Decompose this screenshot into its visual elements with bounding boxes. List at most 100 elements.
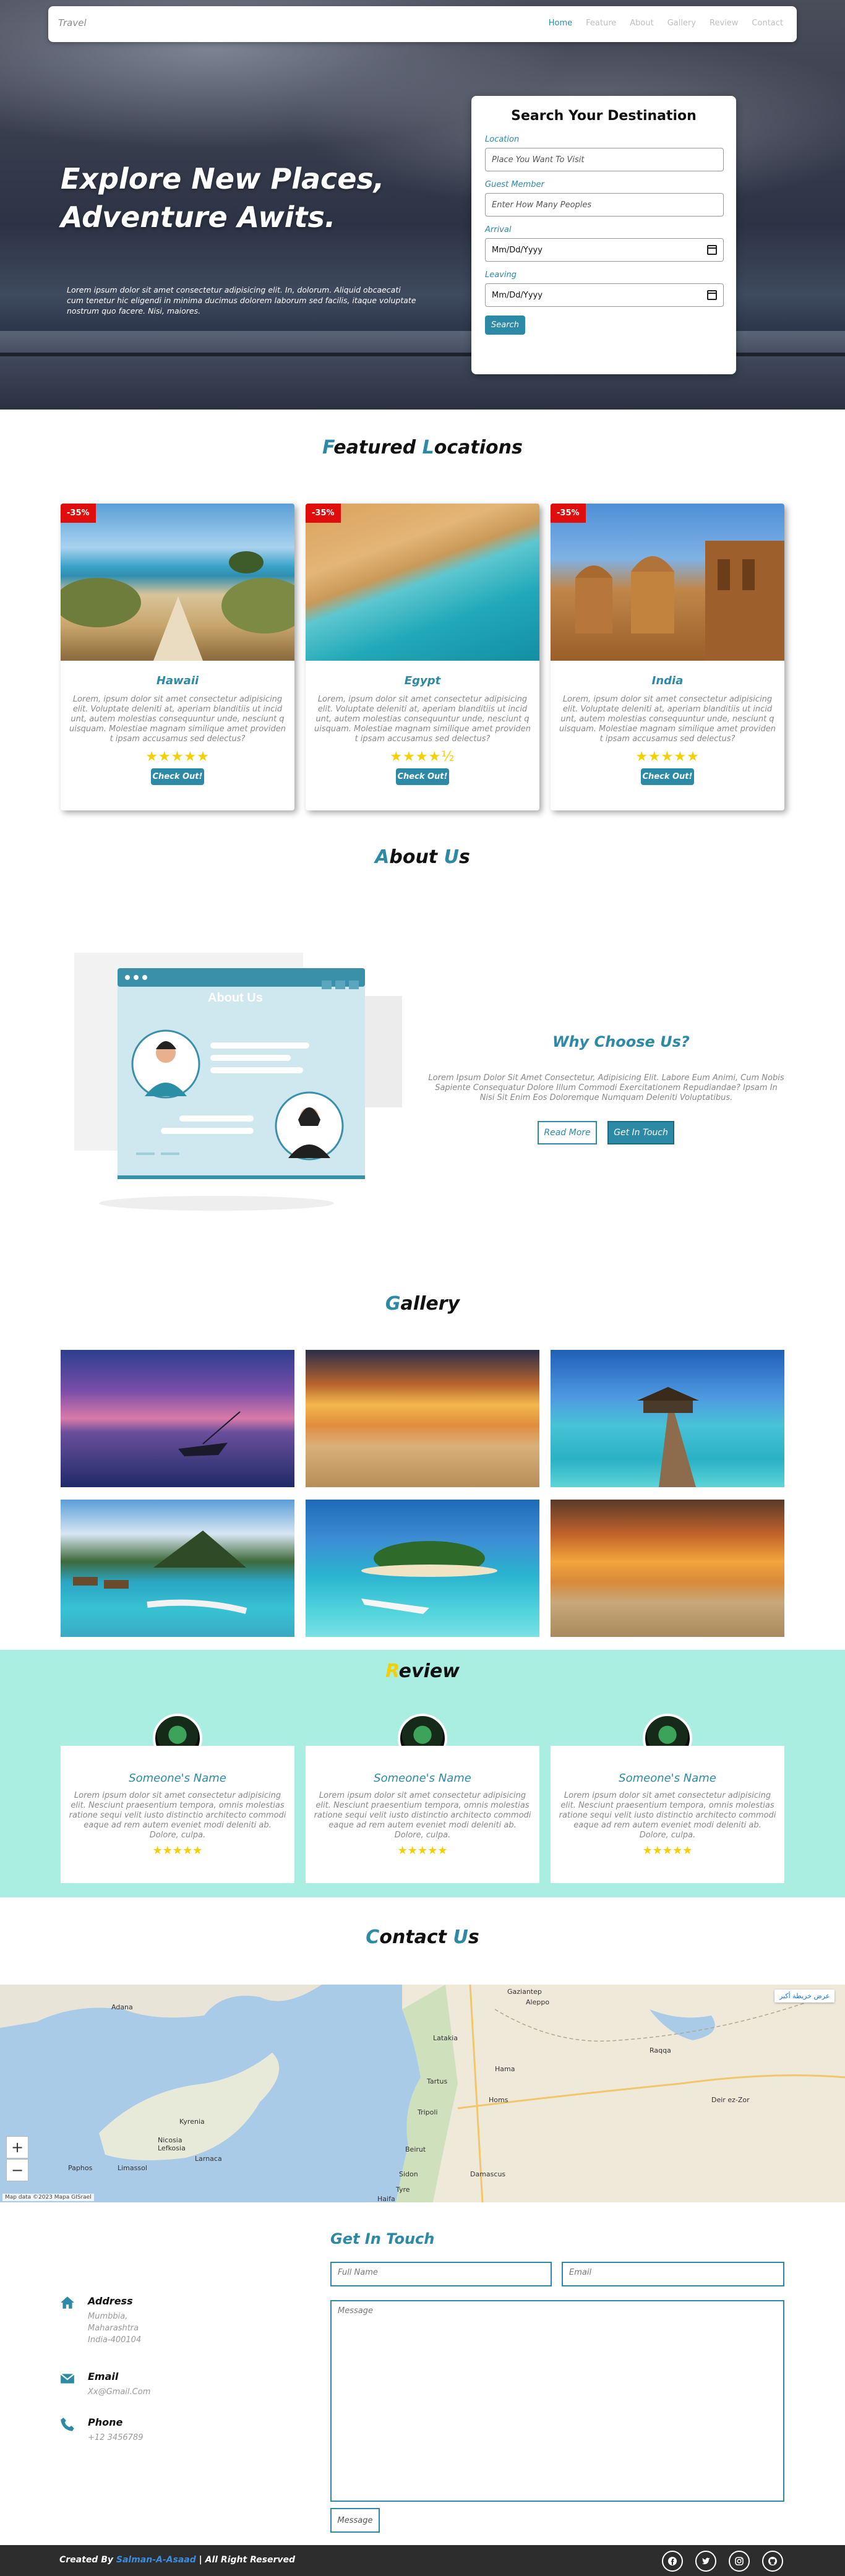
nav-link-about[interactable]: About <box>630 19 653 28</box>
card-name: India <box>651 674 684 687</box>
card-name: Hawaii <box>156 674 199 687</box>
gallery-image-pier[interactable] <box>551 1350 784 1487</box>
about-title-rest: bout <box>389 846 438 868</box>
check-out-button[interactable]: Check Out! <box>151 768 204 785</box>
leaving-label: Leaving <box>485 270 517 280</box>
leaving-date-input[interactable]: Mm/Dd/Yyyy <box>485 283 724 307</box>
embedded-map[interactable]: Nicosia Lefkosia Latakia Tartus Tripoli … <box>0 1985 845 2202</box>
instagram-icon[interactable] <box>729 2551 750 2572</box>
footer-rights: | All Right Reserved <box>199 2555 296 2565</box>
map-label-lefkosia: Lefkosia <box>158 2144 186 2152</box>
address-heading: Address <box>88 2295 133 2307</box>
discount-badge: -35% <box>306 504 341 523</box>
map-larger-map-link[interactable]: عرض خريطة أكبر <box>774 1990 835 2003</box>
pier-scene <box>637 1387 699 1487</box>
review-card: Someone's Name Lorem ipsum dolor sit ame… <box>306 1746 539 1883</box>
about-title-rest2: s <box>458 846 470 868</box>
map-label-hama: Hama <box>495 2065 515 2073</box>
nav-link-home[interactable]: Home <box>549 19 572 28</box>
get-in-touch-title: Get In Touch <box>330 2230 435 2248</box>
facebook-icon[interactable] <box>662 2551 683 2572</box>
footer-credit: Created By Salman-A-Asaad | All Right Re… <box>59 2555 295 2565</box>
guest-input[interactable]: Enter How Many Peoples <box>485 193 724 217</box>
home-icon <box>61 2296 74 2309</box>
featured-title: Featured Locations <box>0 437 845 458</box>
calendar-icon[interactable] <box>707 245 717 255</box>
review-title-rest: eview <box>398 1660 460 1682</box>
brand-logo[interactable]: Travel <box>58 17 87 28</box>
guest-placeholder: Enter How Many Peoples <box>492 200 592 210</box>
hero-title-line2: Adventure Awits. <box>61 200 336 234</box>
read-more-button[interactable]: Read More <box>538 1121 597 1144</box>
hero-title: Explore New Places, Adventure Awits. <box>61 160 384 236</box>
review-title-initial: R <box>385 1660 399 1682</box>
map-label-tripoli: Tripoli <box>418 2108 438 2116</box>
email-placeholder: Email <box>569 2268 592 2277</box>
about-illustration: About Us <box>68 940 402 1213</box>
message-placeholder: Message <box>338 2306 373 2316</box>
map-label-gaziantep: Gaziantep <box>507 1988 542 1996</box>
gallery-image-beach-sunset[interactable] <box>306 1350 539 1487</box>
nav-link-contact[interactable]: Contact <box>752 19 783 28</box>
discount-badge: -35% <box>551 504 586 523</box>
full-name-input[interactable]: Full Name <box>330 2262 552 2286</box>
search-button[interactable]: Search <box>485 316 525 335</box>
india-scene <box>575 541 784 661</box>
contact-title-initial: C <box>366 1926 380 1948</box>
arrival-date-input[interactable]: Mm/Dd/Yyyy <box>485 238 724 262</box>
calendar-icon[interactable] <box>707 290 717 300</box>
location-card-hawaii: -35% Hawaii Lorem, ipsum dolor sit amet … <box>61 504 294 810</box>
discount-badge: -35% <box>61 504 96 523</box>
gallery-image-boat-sunset[interactable] <box>61 1350 294 1487</box>
arrival-date-value: Mm/Dd/Yyyy <box>492 245 543 255</box>
phone-icon <box>61 2418 74 2431</box>
footer-author-link[interactable]: Salman-A-Asaad <box>116 2555 196 2565</box>
get-in-touch-button[interactable]: Get In Touch <box>607 1121 674 1144</box>
gallery-image-tropical-boat[interactable] <box>306 1500 539 1637</box>
gallery-image-island-huts[interactable] <box>61 1500 294 1637</box>
send-message-button[interactable]: Message <box>330 2508 380 2533</box>
hero-text: Lorem ipsum dolor sit amet consectetur a… <box>67 285 416 316</box>
nav-link-gallery[interactable]: Gallery <box>667 19 696 28</box>
card-description: Lorem, ipsum dolor sit amet consectetur … <box>69 695 286 744</box>
twitter-icon[interactable] <box>695 2551 716 2572</box>
gallery-image-golden-shore[interactable] <box>551 1500 784 1637</box>
github-icon[interactable] <box>762 2551 783 2572</box>
location-input[interactable]: Place You Want To Visit <box>485 148 724 171</box>
map-label-beirut: Beirut <box>405 2145 426 2153</box>
why-choose-text: Lorem Ipsum Dolor Sit Amet Consectetur, … <box>428 1073 784 1102</box>
reviewer-name: Someone's Name <box>374 1772 471 1785</box>
map-zoom-in-button[interactable]: + <box>6 2136 28 2158</box>
boat-scene <box>178 1411 241 1456</box>
map-label-homs: Homs <box>489 2096 508 2104</box>
check-out-button[interactable]: Check Out! <box>641 768 694 785</box>
full-name-placeholder: Full Name <box>338 2268 378 2277</box>
featured-title-rest: eatured <box>333 437 416 458</box>
email-heading: Email <box>88 2371 119 2382</box>
email-value[interactable]: Xx@Gmail.Com <box>88 2386 150 2398</box>
card-description: Lorem, ipsum dolor sit amet consectetur … <box>314 695 531 744</box>
nav-link-review[interactable]: Review <box>710 19 738 28</box>
map-label-adana: Adana <box>111 2003 133 2011</box>
phone-value[interactable]: +12 3456789 <box>88 2432 143 2444</box>
email-input[interactable]: Email <box>562 2262 784 2286</box>
rating-stars: ★★★★★ <box>635 749 700 765</box>
arrival-label: Arrival <box>485 225 512 234</box>
about-title-initial2: U <box>444 846 459 868</box>
about-us-illustration <box>74 953 402 1211</box>
address-line: India-400104 <box>88 2335 142 2345</box>
map-label-haifa: Haifa <box>377 2195 395 2202</box>
facebook-glyph <box>668 2557 677 2565</box>
india-image: -35% <box>551 504 784 661</box>
why-choose-title: Why Choose Us? <box>552 1033 690 1050</box>
map-label-tartus: Tartus <box>427 2077 448 2085</box>
reviewer-name: Someone's Name <box>619 1772 716 1785</box>
nav-link-feature[interactable]: Feature <box>586 19 616 28</box>
message-textarea[interactable]: Message <box>330 2300 784 2502</box>
about-title-initial: A <box>375 846 390 868</box>
check-out-button[interactable]: Check Out! <box>396 768 449 785</box>
footer: Created By Salman-A-Asaad | All Right Re… <box>0 2545 845 2576</box>
contact-title-initial2: U <box>453 1926 468 1948</box>
navbar: Travel Home Feature About Gallery Review… <box>48 6 797 42</box>
map-zoom-out-button[interactable]: − <box>6 2159 28 2181</box>
